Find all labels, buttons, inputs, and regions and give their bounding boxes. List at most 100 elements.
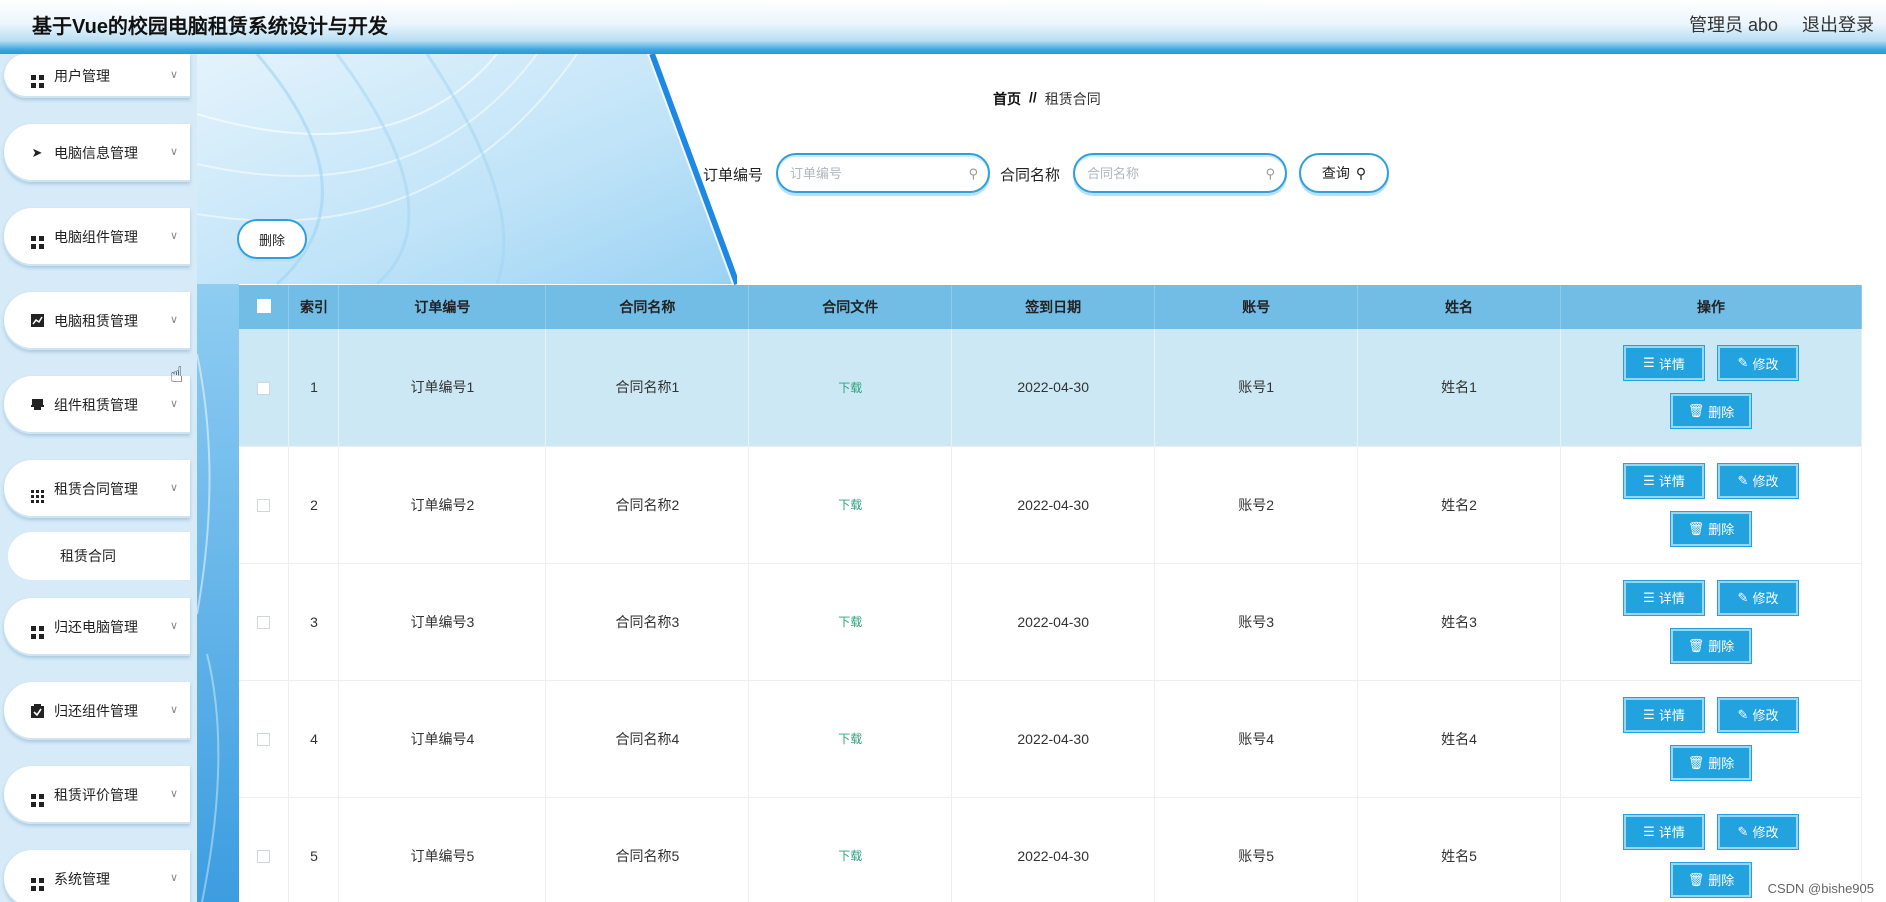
trash-icon: 🗑 (1687, 403, 1705, 419)
row-select-cell (239, 329, 290, 447)
detail-button[interactable]: ☰ 详情 (1623, 696, 1705, 733)
cell-idx: 4 (288, 680, 340, 798)
edit-button-label: 修改 (1752, 708, 1779, 723)
delete-button[interactable]: 🗑 删除 (1670, 744, 1752, 781)
trash-icon: 🗑 (1687, 871, 1705, 887)
row-checkbox[interactable] (257, 616, 271, 630)
sidebar-item-system[interactable]: 系统管理 ∨ (4, 850, 190, 902)
table-row: 5 订单编号5 合同名称5 下载 2022-04-30 账号5 姓名5 ☰ 详情 ✎ 修改 🗑 删除 (239, 797, 1862, 902)
edit-button[interactable]: ✎ 修改 (1717, 696, 1799, 733)
cell-actions: ☰ 详情 ✎ 修改 🗑 删除 (1560, 446, 1862, 564)
document-icon: ☰ (1643, 589, 1655, 605)
row-checkbox[interactable] (257, 382, 271, 396)
cell-idx: 2 (288, 446, 340, 564)
cell-name: 姓名1 (1357, 329, 1561, 447)
detail-button-label: 详情 (1658, 825, 1685, 840)
sidebar-item-computer-rental[interactable]: 电脑租赁管理 ∨ (4, 292, 190, 350)
delete-button-label: 删除 (1708, 522, 1735, 537)
cell-file: 下载 (748, 329, 953, 447)
sidebar-subitem-contract[interactable]: 租赁合同 (8, 532, 190, 580)
delete-button[interactable]: 🗑 删除 (1670, 393, 1752, 430)
table-row: 2 订单编号2 合同名称2 下载 2022-04-30 账号2 姓名2 ☰ 详情 ✎ 修改 🗑 删除 (239, 446, 1862, 564)
edit-button-label: 修改 (1752, 591, 1779, 606)
column-header: 合同文件 (748, 285, 953, 329)
cell-account: 账号2 (1154, 446, 1359, 564)
edit-button[interactable]: ✎ 修改 (1717, 579, 1799, 616)
logout-link[interactable]: 退出登录 (1802, 11, 1874, 37)
detail-button[interactable]: ☰ 详情 (1623, 462, 1705, 499)
pencil-icon: ✎ (1737, 589, 1749, 605)
column-header: 合同名称 (545, 285, 750, 329)
sidebar-item-label: 租赁评价管理 (54, 787, 138, 803)
row-checkbox[interactable] (257, 733, 271, 747)
detail-button-label: 详情 (1658, 356, 1685, 372)
edit-button[interactable]: ✎ 修改 (1717, 462, 1799, 499)
chevron-down-icon: ∨ (169, 872, 178, 884)
delete-button[interactable]: 🗑 删除 (1670, 510, 1752, 547)
download-link[interactable]: 下载 (838, 732, 862, 746)
download-link[interactable]: 下载 (838, 615, 862, 629)
chevron-down-icon: ∨ (169, 482, 178, 494)
sidebar-item-reviews[interactable]: 租赁评价管理 ∨ (4, 766, 190, 824)
document-icon: ☰ (1643, 823, 1655, 839)
column-header: 姓名 (1357, 285, 1561, 329)
sidebar-item-contract-mgmt[interactable]: 租赁合同管理 ∨ (4, 460, 190, 518)
cell-file: 下载 (748, 797, 953, 902)
query-button-label: 查询 (1321, 165, 1350, 181)
query-button[interactable]: 查询 ⚲ (1299, 153, 1389, 193)
sidebar-item-return-computer[interactable]: 归还电脑管理 ∨ (4, 598, 190, 656)
contract-name-field[interactable]: ⚲ (1073, 153, 1287, 193)
clipboard-check-icon (30, 704, 44, 718)
column-header: 操作 (1560, 285, 1862, 329)
download-link[interactable]: 下载 (838, 381, 862, 395)
chart-icon (30, 314, 44, 328)
sidebar-item-component-rental[interactable]: 组件租赁管理 ∨ (4, 376, 190, 434)
row-select-cell (239, 446, 290, 564)
cell-account: 账号1 (1154, 329, 1359, 447)
sidebar-item-computer-info[interactable]: ➤ 电脑信息管理 ∨ (4, 124, 190, 182)
table-row: 1 订单编号1 合同名称1 下载 2022-04-30 账号1 姓名1 ☰ 详情 ✎ 修改 🗑 删除 (239, 329, 1862, 447)
edit-button[interactable]: ✎ 修改 (1717, 345, 1799, 382)
contract-name-label: 合同名称 (1000, 167, 1061, 184)
download-link[interactable]: 下载 (838, 849, 862, 863)
batch-delete-button[interactable]: 删除 (237, 219, 307, 259)
sidebar-item-label: 组件租赁管理 (54, 397, 138, 413)
pointer-cursor-icon: ☝ (170, 362, 184, 387)
contract-name-input[interactable] (1087, 155, 1257, 191)
download-link[interactable]: 下载 (838, 498, 862, 512)
order-number-label: 订单编号 (703, 167, 764, 184)
delete-button[interactable]: 🗑 删除 (1670, 627, 1752, 664)
printer-icon (30, 398, 44, 412)
cell-name: 姓名3 (1357, 563, 1561, 681)
pencil-icon: ✎ (1737, 472, 1749, 488)
breadcrumb: 首页 // 租赁合同 (993, 89, 1101, 109)
delete-button[interactable]: 🗑 删除 (1670, 861, 1752, 898)
cell-actions: ☰ 详情 ✎ 修改 🗑 删除 (1560, 680, 1862, 798)
column-header: 索引 (288, 285, 340, 329)
select-all-cell (239, 285, 290, 329)
cell-order: 订单编号2 (338, 446, 547, 564)
row-checkbox[interactable] (257, 499, 271, 513)
detail-button[interactable]: ☰ 详情 (1623, 813, 1705, 850)
order-number-input[interactable] (790, 155, 960, 191)
breadcrumb-home[interactable]: 首页 (993, 89, 1021, 109)
delete-button-label: 删除 (1708, 756, 1735, 771)
sidebar: 用户管理 ∨ ➤ 电脑信息管理 ∨ 电脑组件管理 ∨ 电脑租赁管理 ∨ 组件租赁… (0, 54, 197, 902)
sidebar-item-users[interactable]: 用户管理 ∨ (4, 54, 190, 98)
chevron-down-icon: ∨ (169, 398, 178, 410)
sidebar-item-return-component[interactable]: 归还组件管理 ∨ (4, 682, 190, 740)
detail-button[interactable]: ☰ 详情 (1623, 345, 1705, 382)
order-number-field[interactable]: ⚲ (776, 153, 990, 193)
current-user[interactable]: 管理员 abo (1689, 11, 1778, 37)
detail-button[interactable]: ☰ 详情 (1623, 579, 1705, 616)
send-icon: ➤ (31, 145, 43, 160)
app-title: 基于Vue的校园电脑租赁系统设计与开发 (32, 16, 388, 38)
watermark: CSDN @bishe905 (1767, 881, 1874, 896)
select-all-checkbox[interactable] (256, 298, 271, 313)
edit-button[interactable]: ✎ 修改 (1717, 813, 1799, 850)
column-header: 账号 (1154, 285, 1359, 329)
cell-account: 账号3 (1154, 563, 1359, 681)
cell-name: 姓名2 (1357, 446, 1561, 564)
sidebar-item-components[interactable]: 电脑组件管理 ∨ (4, 208, 190, 266)
row-checkbox[interactable] (257, 850, 271, 864)
